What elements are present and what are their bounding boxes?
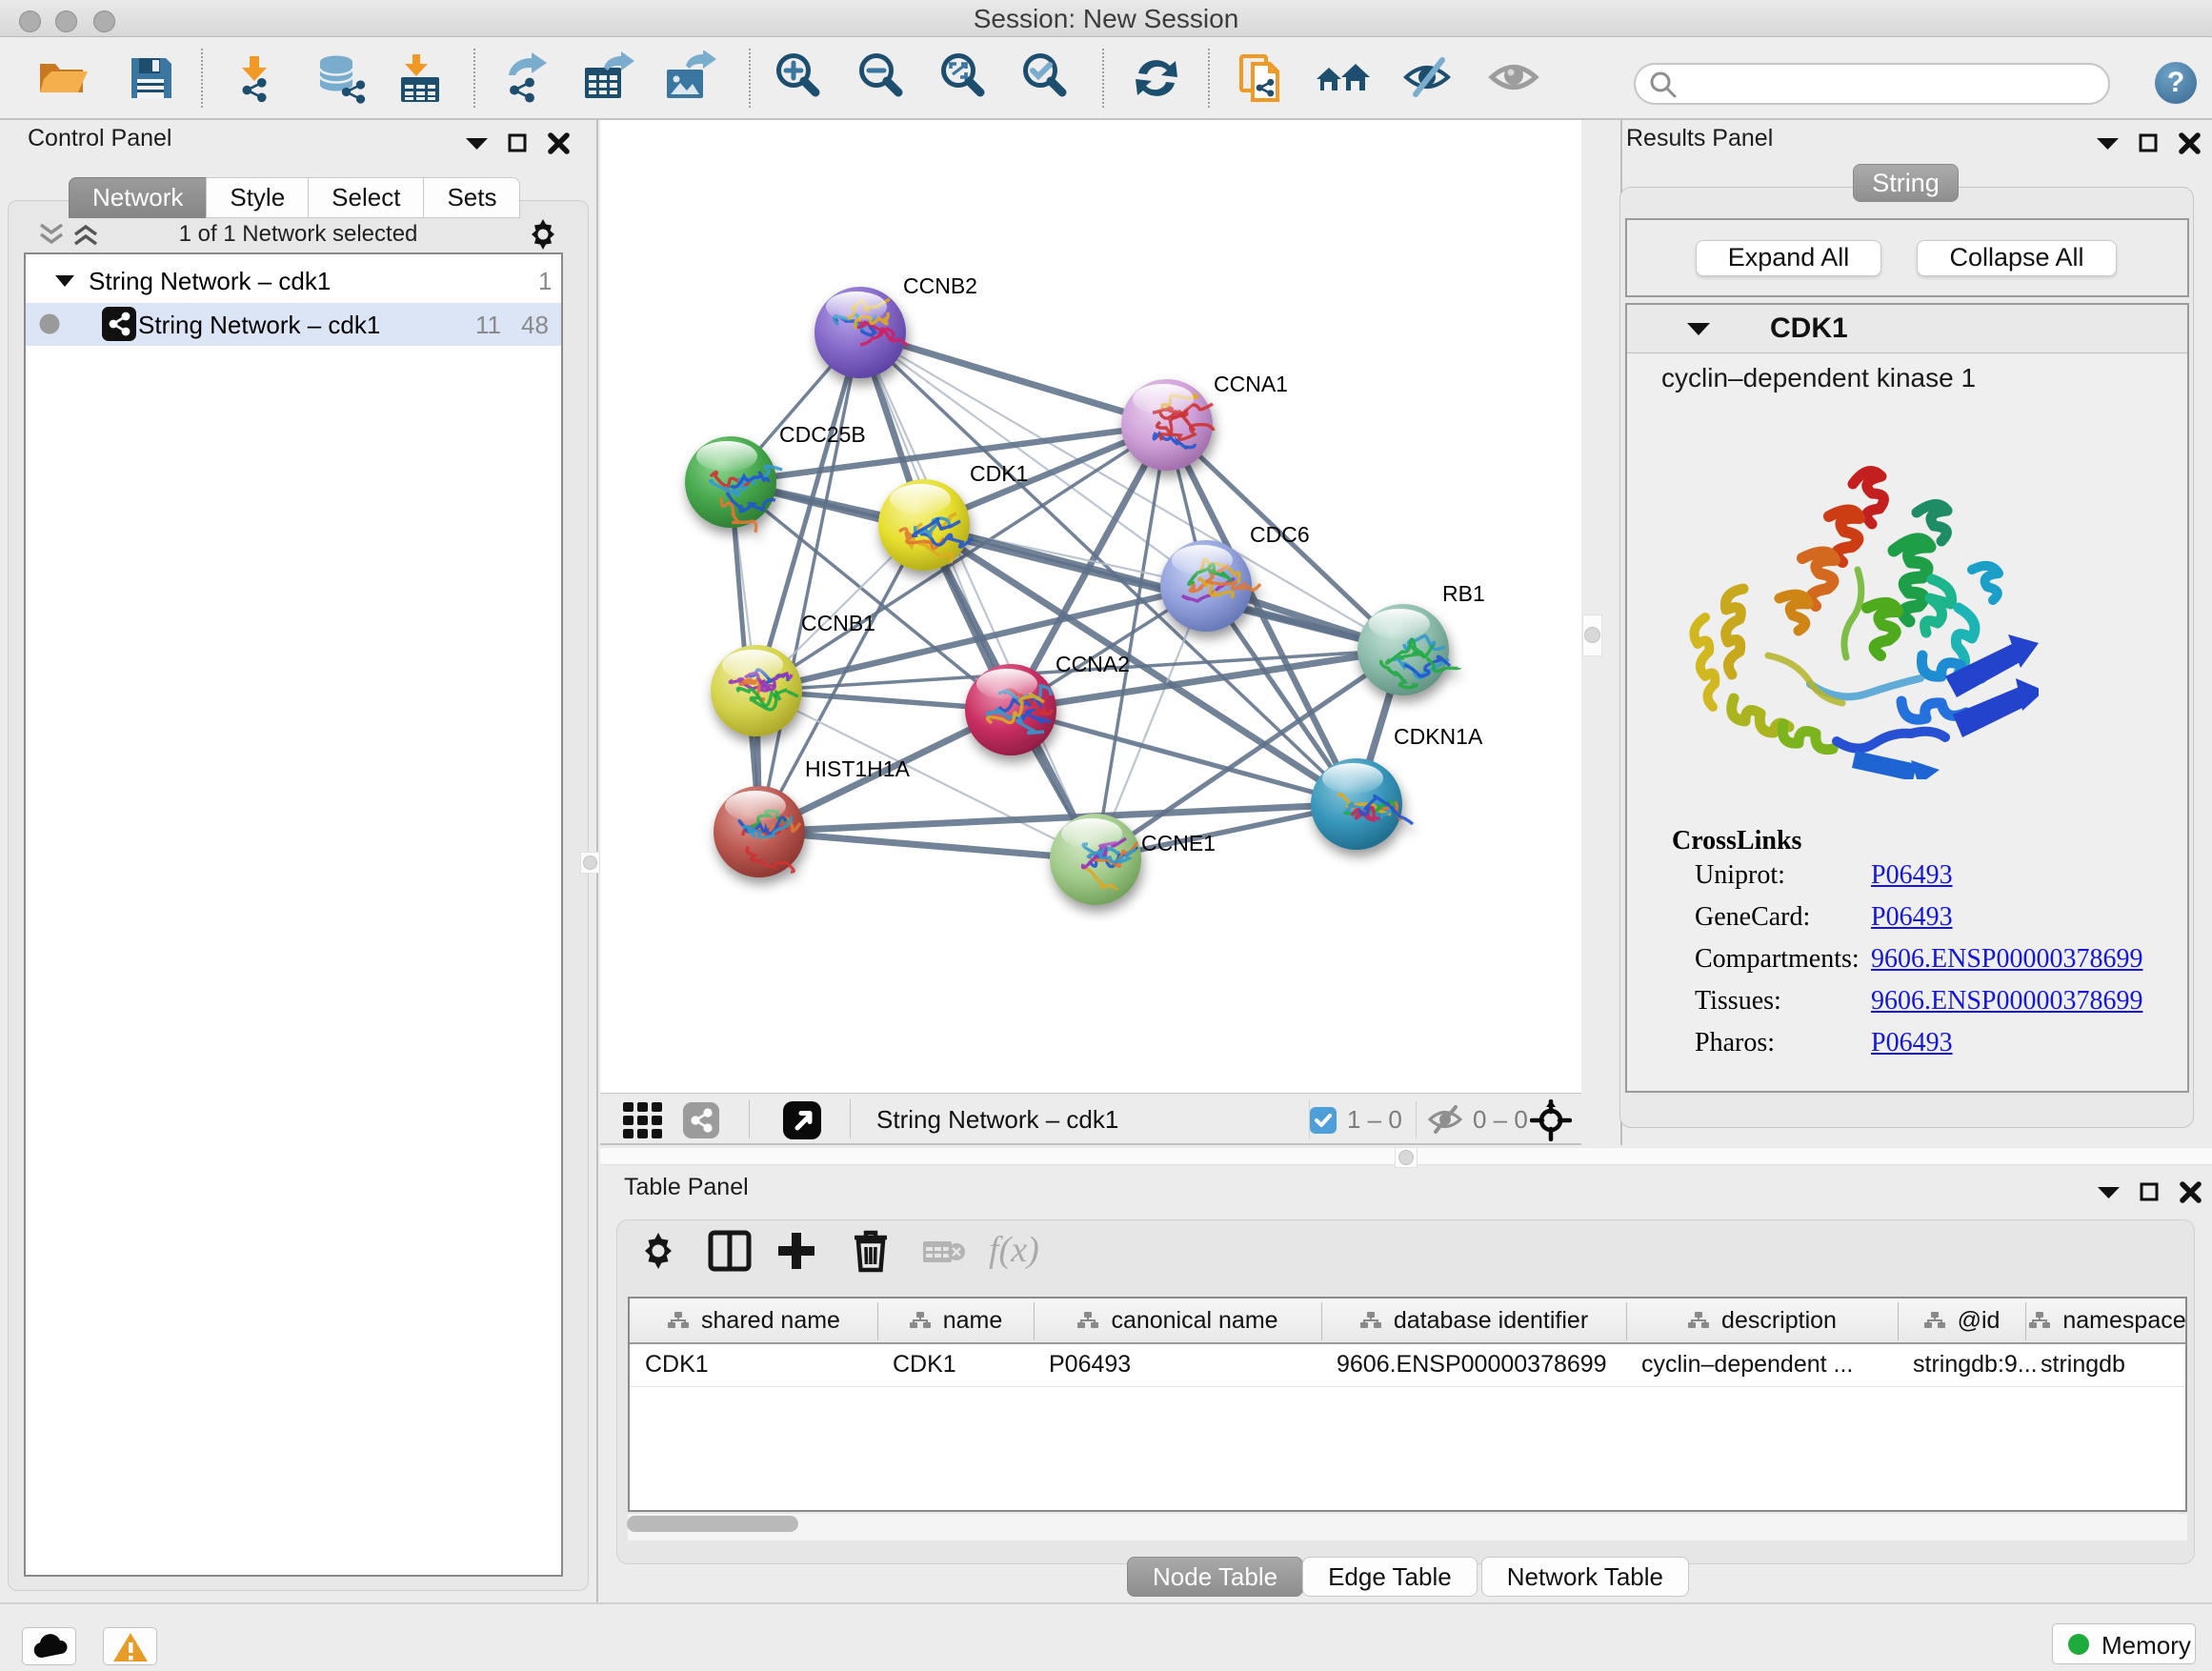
svg-text:CCNB2: CCNB2 xyxy=(903,273,977,298)
svg-text:CDC25B: CDC25B xyxy=(779,422,866,447)
svg-text:CDC6: CDC6 xyxy=(1250,522,1310,547)
svg-text:CDKN1A: CDKN1A xyxy=(1394,724,1483,749)
svg-text:HIST1H1A: HIST1H1A xyxy=(805,756,911,781)
svg-text:CCNA2: CCNA2 xyxy=(1056,652,1130,676)
svg-text:CCNA1: CCNA1 xyxy=(1214,372,1288,396)
svg-text:RB1: RB1 xyxy=(1442,581,1485,606)
svg-text:CDK1: CDK1 xyxy=(970,461,1028,486)
svg-text:CCNE1: CCNE1 xyxy=(1141,831,1216,856)
svg-text:CCNB1: CCNB1 xyxy=(801,611,875,635)
